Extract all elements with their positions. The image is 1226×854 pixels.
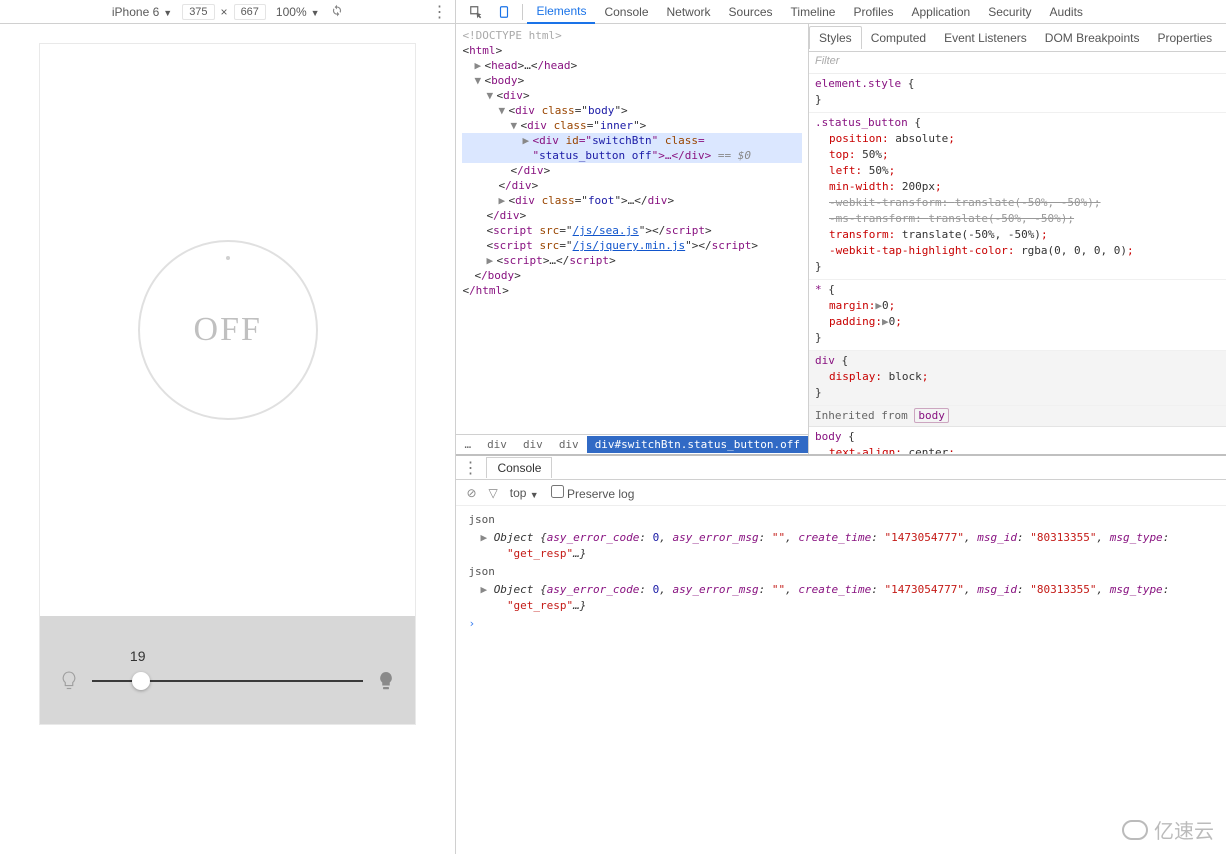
stab-styles[interactable]: Styles — [809, 26, 862, 49]
dimension-x: × — [221, 5, 228, 19]
crumb[interactable]: … — [456, 436, 479, 453]
device-frame: OFF 19 — [40, 44, 415, 724]
filter-icon[interactable]: ▽ — [489, 486, 498, 500]
devtools: Elements Console Network Sources Timelin… — [456, 0, 1226, 854]
console-drawer: ⋮ Console ⊘ ▽ top ▼ Preserve log json ▶ … — [456, 454, 1226, 854]
selected-node[interactable]: ▶<div id="switchBtn" class="status_butto… — [462, 133, 802, 163]
app: iPhone 6 ▼ 375 × 667 100% ▼ ⋮ OFF — [0, 0, 1226, 854]
rotate-icon[interactable] — [330, 3, 344, 20]
preserve-log[interactable]: Preserve log — [551, 485, 635, 501]
tab-security[interactable]: Security — [979, 1, 1040, 23]
device-mode-icon[interactable] — [490, 5, 518, 19]
watermark-text: 亿速云 — [1154, 815, 1214, 844]
height-input[interactable]: 667 — [234, 4, 266, 20]
slider — [60, 670, 395, 692]
tab-console[interactable]: Console — [595, 1, 657, 23]
devtools-tabs: Elements Console Network Sources Timelin… — [456, 0, 1226, 24]
logo-icon — [1122, 820, 1148, 840]
stab-dombp[interactable]: DOM Breakpoints — [1036, 27, 1149, 49]
stab-listeners[interactable]: Event Listeners — [935, 27, 1036, 49]
more-icon[interactable]: ⋮ — [462, 458, 478, 478]
bulb-bright-icon — [377, 670, 395, 692]
crumb-active[interactable]: div#switchBtn.status_button.off — [587, 436, 808, 453]
inspect-icon[interactable] — [462, 5, 490, 19]
switch-label: OFF — [194, 311, 262, 349]
css-rules[interactable]: element.style {} .status_button { positi… — [809, 74, 1226, 454]
crumb[interactable]: div — [515, 436, 551, 453]
crumb[interactable]: div — [479, 436, 515, 453]
tab-profiles[interactable]: Profiles — [844, 1, 902, 23]
device-preview-pane: iPhone 6 ▼ 375 × 667 100% ▼ ⋮ OFF — [0, 0, 456, 854]
slider-thumb[interactable] — [132, 672, 150, 690]
watermark: 亿速云 — [1122, 815, 1214, 844]
tab-elements[interactable]: Elements — [527, 0, 595, 24]
switch-button[interactable]: OFF — [138, 240, 318, 420]
zoom-value: 100% — [276, 5, 307, 19]
breadcrumb: … div div div div#switchBtn.status_butto… — [456, 434, 808, 454]
console-toolbar: ⊘ ▽ top ▼ Preserve log — [456, 480, 1226, 506]
more-icon[interactable]: ⋮ — [431, 2, 447, 22]
crumb[interactable]: div — [551, 436, 587, 453]
device-name: iPhone 6 — [112, 5, 159, 19]
console-tab-bar: ⋮ Console — [456, 456, 1226, 480]
divider — [522, 4, 523, 20]
tab-network[interactable]: Network — [658, 1, 720, 23]
slider-track[interactable] — [92, 680, 363, 682]
tab-audits[interactable]: Audits — [1041, 1, 1092, 23]
doctype: <!DOCTYPE html> — [462, 29, 561, 42]
styles-panel: Styles Computed Event Listeners DOM Brea… — [808, 24, 1226, 454]
tab-console-drawer[interactable]: Console — [486, 457, 552, 478]
stab-props[interactable]: Properties — [1148, 27, 1221, 49]
dimensions: 375 × 667 — [182, 4, 266, 20]
tab-sources[interactable]: Sources — [720, 1, 782, 23]
tab-application[interactable]: Application — [902, 1, 979, 23]
viewport: OFF 19 — [0, 24, 455, 854]
clear-console-icon[interactable]: ⊘ — [466, 486, 476, 500]
context-select[interactable]: top ▼ — [510, 486, 539, 500]
width-input[interactable]: 375 — [182, 4, 214, 20]
chevron-down-icon: ▼ — [163, 8, 172, 18]
device-toolbar: iPhone 6 ▼ 375 × 667 100% ▼ ⋮ — [0, 0, 455, 24]
app-body: OFF — [40, 44, 415, 616]
zoom-select[interactable]: 100% ▼ — [276, 5, 320, 19]
device-select[interactable]: iPhone 6 ▼ — [112, 5, 172, 19]
elements-panel: <!DOCTYPE html> <html> ▶<head>…</head> ▼… — [456, 24, 808, 454]
devtools-body: <!DOCTYPE html> <html> ▶<head>…</head> ▼… — [456, 24, 1226, 454]
styles-filter[interactable]: Filter — [809, 52, 1226, 74]
stab-computed[interactable]: Computed — [862, 27, 935, 49]
app-foot: 19 — [40, 616, 415, 724]
slider-value: 19 — [130, 648, 146, 664]
styles-tabs: Styles Computed Event Listeners DOM Brea… — [809, 24, 1226, 52]
tab-timeline[interactable]: Timeline — [782, 1, 845, 23]
chevron-down-icon: ▼ — [311, 8, 320, 18]
dom-tree[interactable]: <!DOCTYPE html> <html> ▶<head>…</head> ▼… — [456, 24, 808, 434]
console-output[interactable]: json ▶ Object {asy_error_code: 0, asy_er… — [456, 506, 1226, 854]
bulb-dim-icon — [60, 670, 78, 692]
